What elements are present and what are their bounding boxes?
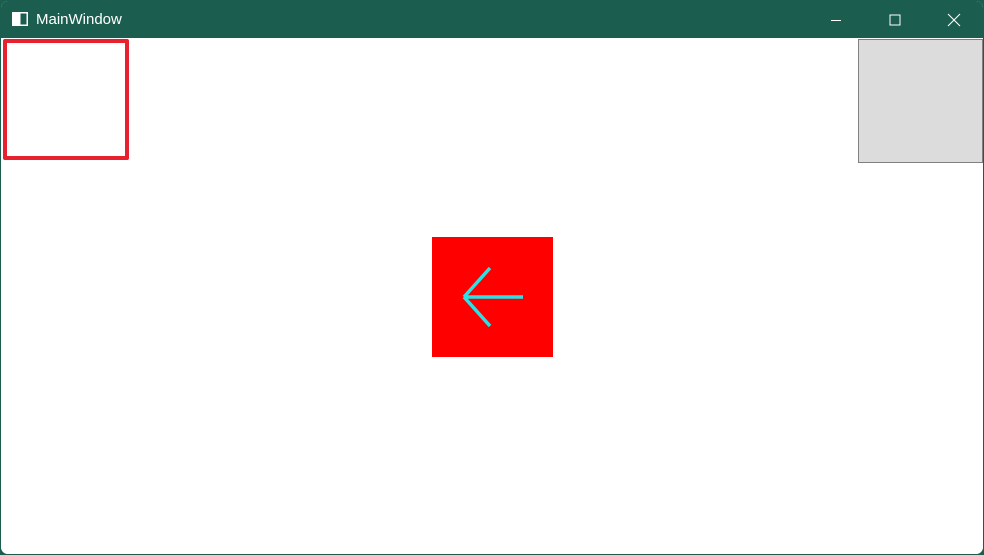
maximize-button[interactable] xyxy=(866,1,924,38)
gray-panel[interactable] xyxy=(858,39,983,163)
app-window-icon xyxy=(12,12,28,26)
client-area xyxy=(1,38,983,554)
title-bar[interactable]: MainWindow xyxy=(1,1,983,38)
back-button[interactable] xyxy=(432,237,553,357)
window-title: MainWindow xyxy=(36,11,122,28)
minimize-button[interactable] xyxy=(807,1,865,38)
close-icon xyxy=(947,13,961,27)
close-button[interactable] xyxy=(925,1,983,38)
main-window: MainWindow xyxy=(0,0,984,555)
maximize-icon xyxy=(889,14,901,26)
minimize-icon xyxy=(830,14,842,26)
selection-frame[interactable] xyxy=(3,39,129,160)
